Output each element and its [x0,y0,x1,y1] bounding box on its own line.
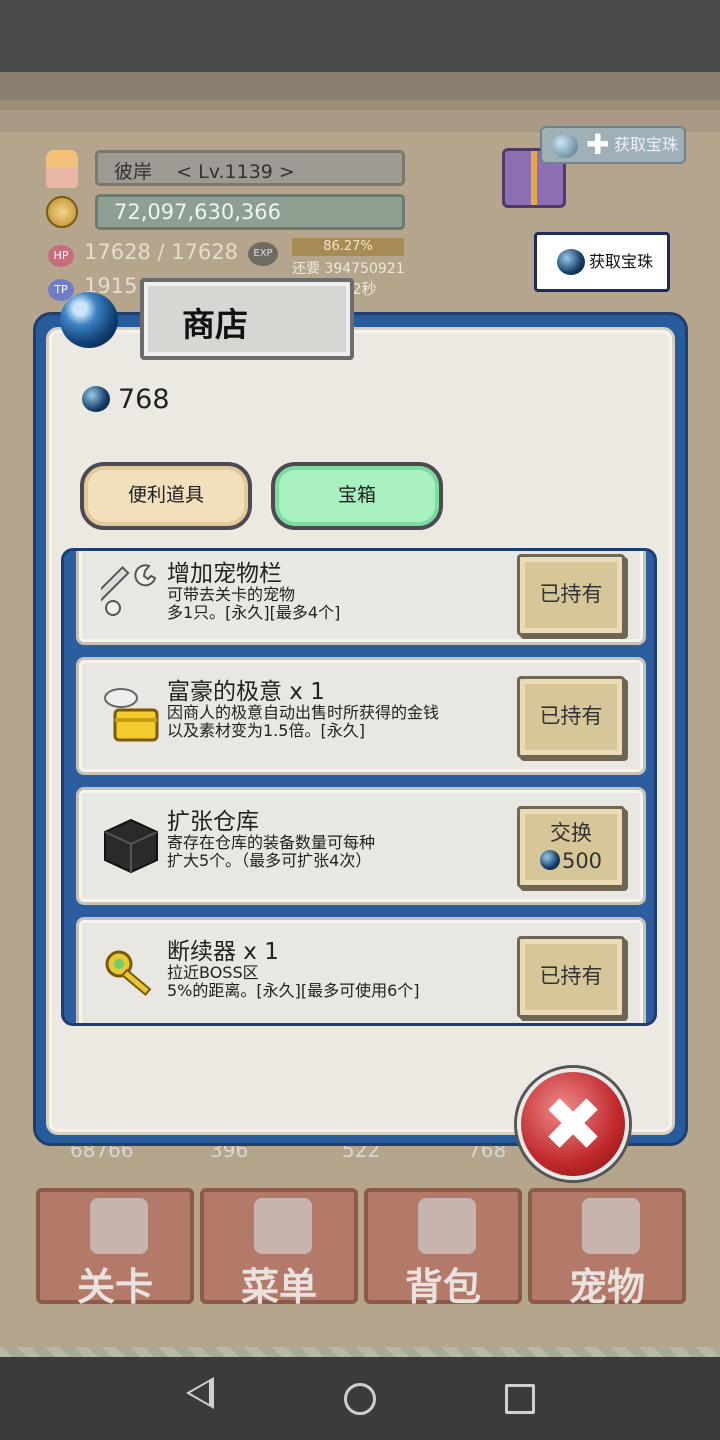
gem-icon [552,134,578,158]
close-icon: ✖ [541,1082,604,1168]
character-avatar-icon [46,150,78,188]
list-item: 富豪的极意 x 1 因商人的极意自动出售时所获得的金钱 以及素材变为1.5倍。[… [76,657,646,775]
shop-title: 商店 [182,305,248,344]
owned-label: 已持有 [539,582,603,606]
close-button[interactable]: ✖ [517,1068,629,1180]
nav-backpack-button[interactable]: 背包 [364,1188,522,1309]
add-gems-button[interactable]: ✚ 获取宝珠 [540,126,686,164]
owned-label: 已持有 [539,704,603,728]
gem-orb-icon [60,292,118,348]
gem-balance-value: 768 [118,384,170,415]
exchange-price: 500 [520,847,622,875]
crossed-swords-icon [90,1198,148,1254]
wrench-icon [101,564,157,616]
hp-heart-icon: HP [48,245,74,267]
owned-button[interactable]: 已持有 [517,936,625,1018]
wall-trim [0,100,720,110]
exp-remaining: 还要 394750921 [292,261,405,277]
item-title: 富豪的极意 x 1 [167,679,325,705]
list-item: 增加宠物栏 可带去关卡的宠物 多1只。[永久][最多4个] 已持有 [76,551,646,645]
add-gems-label: 获取宝珠 [614,135,679,154]
exp-progress: 86.27% [292,238,404,256]
gold-amount: 72,097,630,366 [95,194,405,230]
tab-convenience-label: 便利道具 [127,484,204,506]
nav-pet-label: 宠物 [568,1265,645,1309]
home-icon[interactable] [344,1383,376,1415]
item-title: 断续器 x 1 [167,939,279,965]
key-icon [105,950,152,997]
nav-backpack-label: 背包 [404,1265,481,1309]
owned-label: 已持有 [539,964,603,988]
nav-stage-button[interactable]: 关卡 [36,1188,194,1309]
player-name: 彼岸 [114,161,153,183]
get-gems-button[interactable]: 获取宝珠 [534,232,670,292]
plus-icon: ✚ [586,128,610,161]
item-description: 拉近BOSS区 5%的距离。[永久][最多可使用6个] [167,963,420,1000]
tab-treasure-chest[interactable]: 宝箱 [271,462,443,530]
list-item: 扩张仓库 寄存在仓库的装备数量可每种 扩大5个。（最多可扩张4次） 交换 500 [76,787,646,905]
nav-menu-button[interactable]: 菜单 [200,1188,358,1309]
timer-text: 2秒 [352,280,377,298]
list-item: 断续器 x 1 拉近BOSS区 5%的距离。[永久][最多可使用6个] 已持有 [76,917,646,1023]
item-description: 因商人的极意自动出售时所获得的金钱 以及素材变为1.5倍。[永久] [167,703,440,740]
book-icon [254,1198,312,1254]
hp-display: HP 17628 / 17628 [48,240,238,267]
hp-value: 17628 / 17628 [84,240,239,264]
status-bar [0,0,720,72]
shop-item-list[interactable]: 增加宠物栏 可带去关卡的宠物 多1只。[永久][最多4个] 已持有 富豪的极意 … [61,548,657,1026]
item-description: 寄存在仓库的装备数量可每种 扩大5个。（最多可扩张4次） [167,833,376,870]
owned-button[interactable]: 已持有 [517,554,625,636]
nav-menu-label: 菜单 [240,1265,317,1309]
exchange-price-value: 500 [561,849,603,873]
tab-chest-label: 宝箱 [337,484,376,506]
item-title: 扩张仓库 [167,809,259,835]
shop-title-plate: 商店 [140,278,354,360]
system-navigation-bar [0,1357,720,1440]
backpack-icon [418,1198,476,1254]
nav-stage-label: 关卡 [76,1265,153,1309]
gold-coin-icon [46,196,78,228]
exchange-button[interactable]: 交换 500 [517,806,625,888]
recent-apps-icon[interactable] [505,1384,535,1414]
player-level: < Lv.1139 > [176,161,295,183]
gem-icon [539,850,560,870]
owned-button[interactable]: 已持有 [517,676,625,758]
player-name-bar: 彼岸 < Lv.1139 > [95,150,405,186]
gem-balance: 768 [82,384,170,415]
exchange-label: 交换 [550,821,592,845]
back-icon[interactable] [186,1377,214,1409]
treasure-chest-icon [104,688,159,742]
nav-pet-button[interactable]: 宠物 [528,1188,686,1309]
dragon-icon [582,1198,640,1254]
gem-icon [557,249,585,275]
item-title: 增加宠物栏 [167,561,282,587]
tab-convenience-items[interactable]: 便利道具 [80,462,252,530]
item-description: 可带去关卡的宠物 多1只。[永久][最多4个] [167,585,341,622]
get-gems-label: 获取宝珠 [589,252,654,271]
gem-icon [82,386,110,412]
black-cube-icon [104,818,158,874]
exp-icon: EXP [248,242,278,266]
